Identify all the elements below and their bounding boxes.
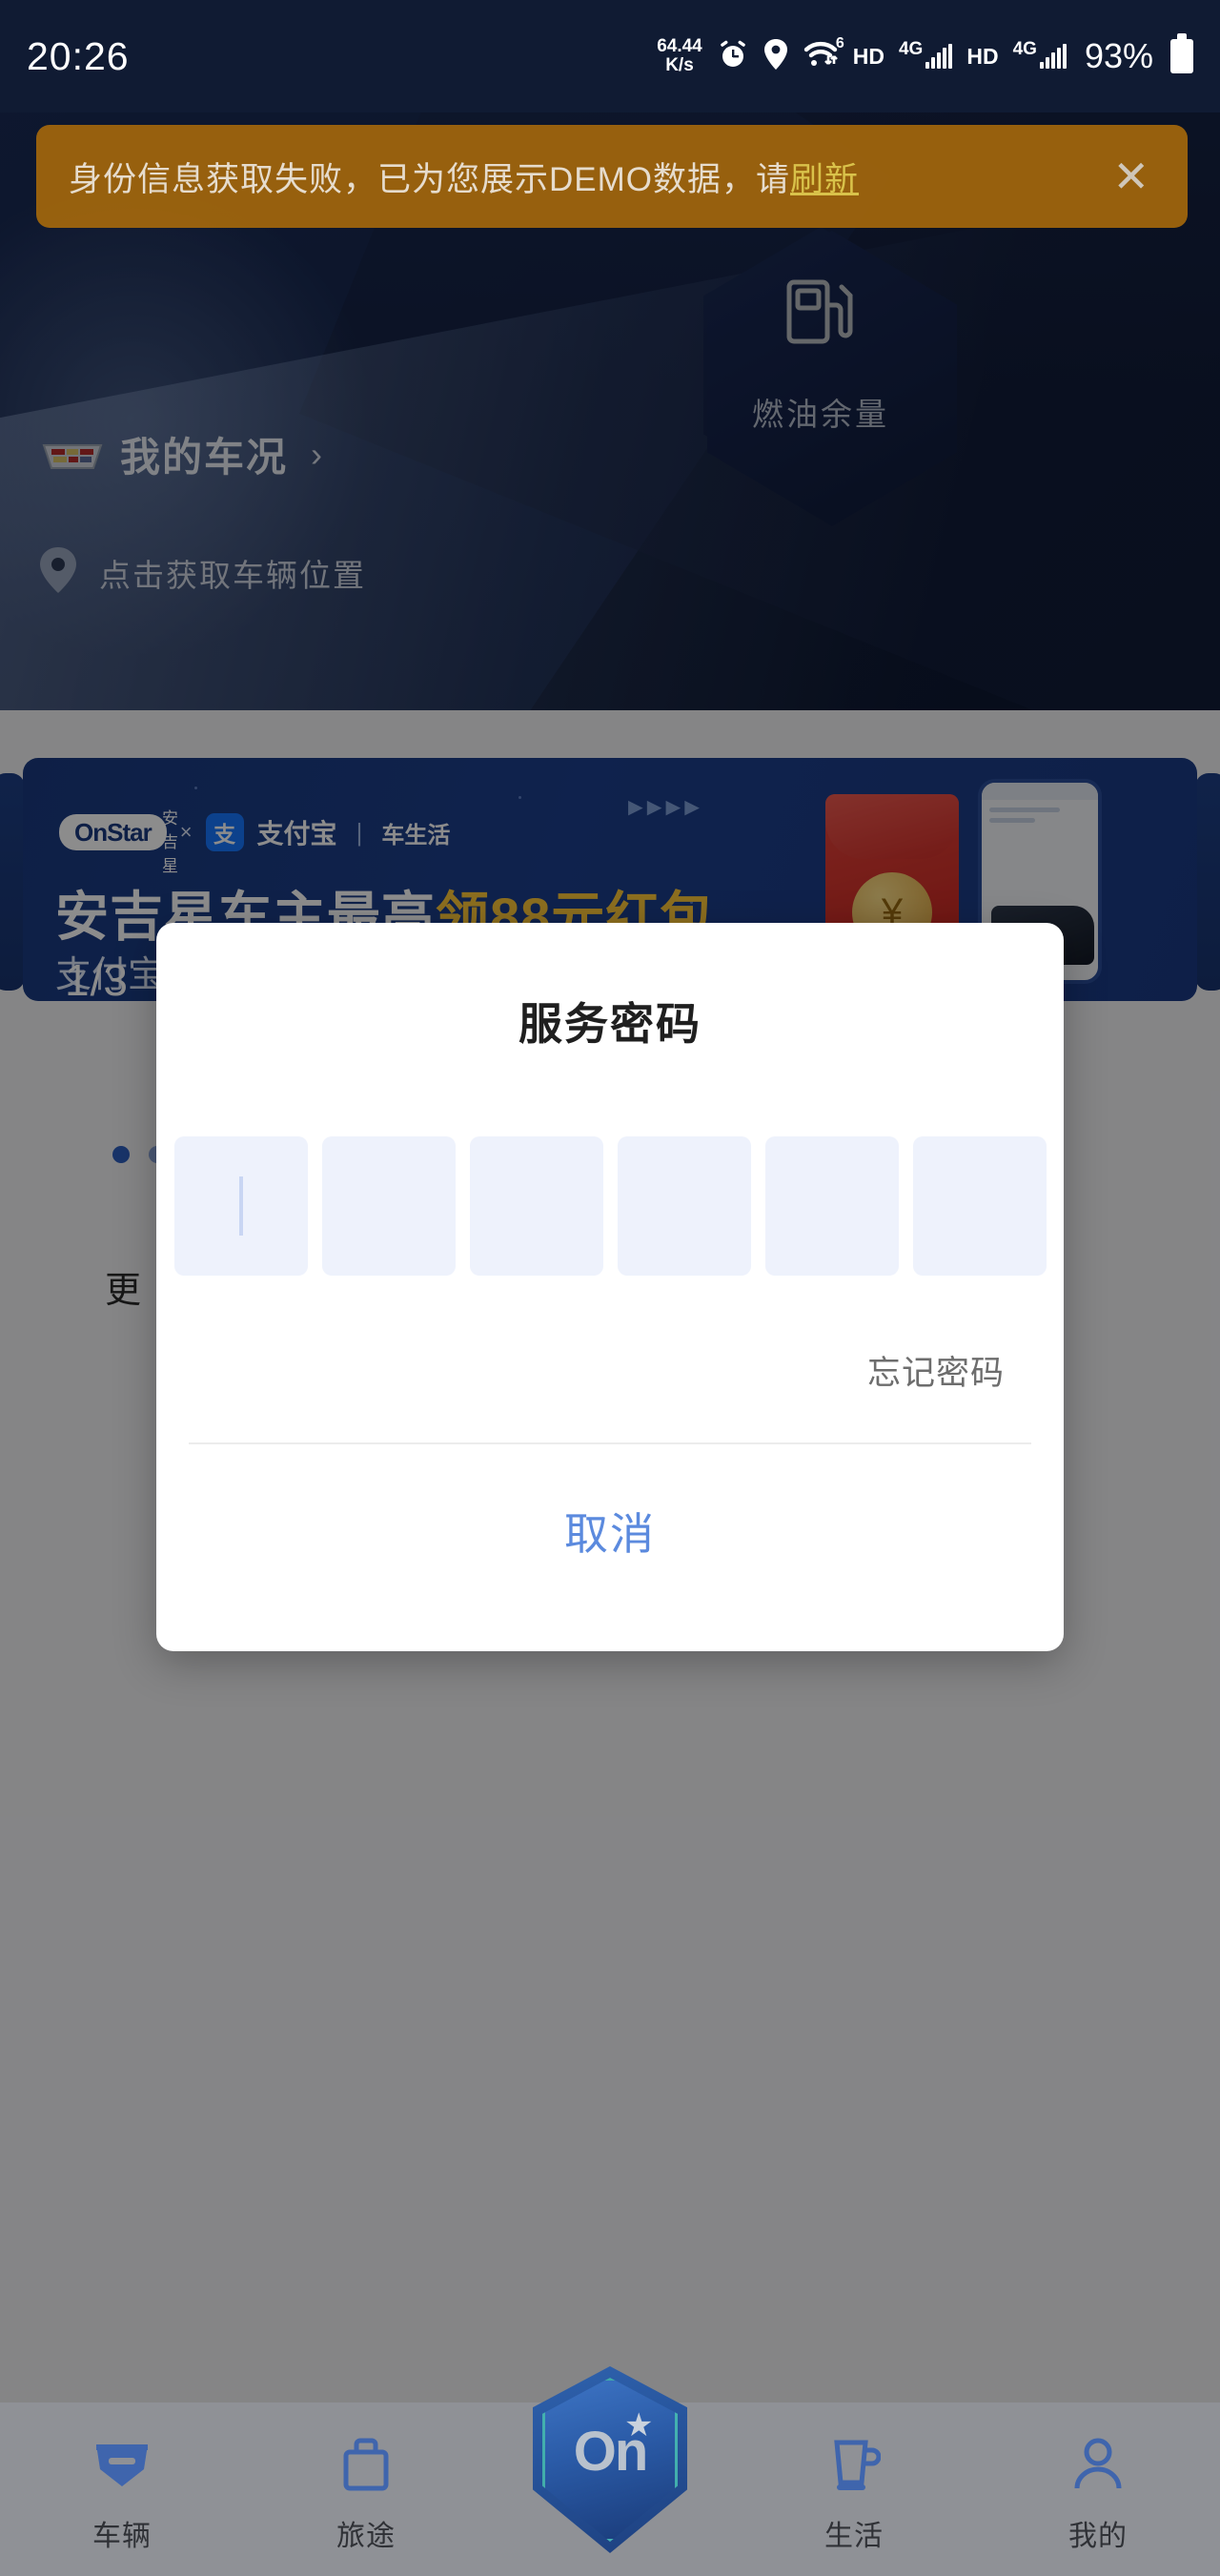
nav-item-vehicle[interactable]: 车辆 [0,2402,244,2554]
wifi-icon: 6 [803,35,844,74]
status-clock: 20:26 [27,33,130,78]
network-speed-unit: K/s [665,55,694,75]
nav-label-journey: 旅途 [336,2521,396,2552]
otp-cell-3[interactable] [469,1136,603,1276]
otp-cell-1[interactable] [173,1136,308,1276]
bottom-navigation-bar: 车辆 旅途 生活 我的 On ★ [0,2366,1220,2576]
signal-bars-1 [925,44,953,69]
network-speed-indicator: 64.44 K/s [657,37,702,75]
status-icons: 64.44 K/s 6 HD 4G HD 4G 93% [657,33,1193,76]
phone-screen: 燃油余量 我的车况 › 点击获取车辆位置 OnStar 安吉星 × 支 支付宝 … [0,0,1220,2576]
close-icon[interactable]: ✕ [1107,154,1155,198]
alarm-clock-icon [717,38,749,75]
dialog-divider [189,1442,1031,1444]
cup-icon [827,2437,882,2497]
dialog-actions: 取消 [156,1500,1064,1563]
onstar-logo-text: On [573,2421,649,2483]
hd-label-2: HD [966,43,999,69]
status-bar: 20:26 64.44 K/s 6 HD 4G HD 4G 93% [0,0,1220,112]
network-type-label-2: 4G [1012,39,1037,59]
signal-indicator-1: 4G [899,39,953,69]
signal-bars-2 [1039,44,1067,69]
nav-item-life[interactable]: 生活 [732,2402,976,2554]
service-password-dialog: 服务密码 忘记密码 取消 [156,923,1064,1651]
otp-cell-2[interactable] [321,1136,456,1276]
nav-item-journey[interactable]: 旅途 [244,2402,488,2554]
nav-label-vehicle: 车辆 [92,2521,152,2552]
demo-banner-refresh-link[interactable]: 刷新 [790,161,859,198]
demo-banner-text: 身份信息获取失败，已为您展示DEMO数据，请刷新 [69,153,859,201]
nav-item-profile[interactable]: 我的 [976,2402,1220,2554]
otp-cell-4[interactable] [617,1136,751,1276]
nav-label-profile: 我的 [1068,2521,1128,2552]
battery-percentage: 93% [1084,36,1153,75]
onstar-home-button[interactable]: On ★ [533,2366,687,2553]
otp-cell-5[interactable] [764,1136,899,1276]
cancel-button[interactable]: 取消 [564,1509,656,1559]
otp-input-group[interactable] [156,1136,1064,1276]
network-type-label-1: 4G [898,39,924,59]
text-cursor [238,1176,243,1236]
demo-banner-message: 身份信息获取失败，已为您展示DEMO数据，请 [69,160,791,198]
travel-bag-icon [339,2437,393,2497]
demo-data-banner[interactable]: 身份信息获取失败，已为您展示DEMO数据，请刷新 ✕ [36,125,1188,228]
forgot-password-row: 忘记密码 [156,1346,1064,1395]
nav-label-life: 生活 [824,2521,884,2552]
battery-icon [1170,33,1193,73]
hd-label-1: HD [852,43,884,69]
signal-indicator-2: 4G [1013,39,1067,69]
star-icon: ★ [624,2407,654,2443]
person-icon [1071,2437,1125,2497]
location-pin-icon [763,38,788,75]
otp-cell-6[interactable] [912,1136,1047,1276]
forgot-password-link[interactable]: 忘记密码 [867,1355,1005,1392]
vehicle-badge-icon [92,2437,152,2497]
dialog-title: 服务密码 [518,999,702,1049]
wifi-generation-label: 6 [835,34,844,51]
network-speed-value: 64.44 [657,36,702,57]
